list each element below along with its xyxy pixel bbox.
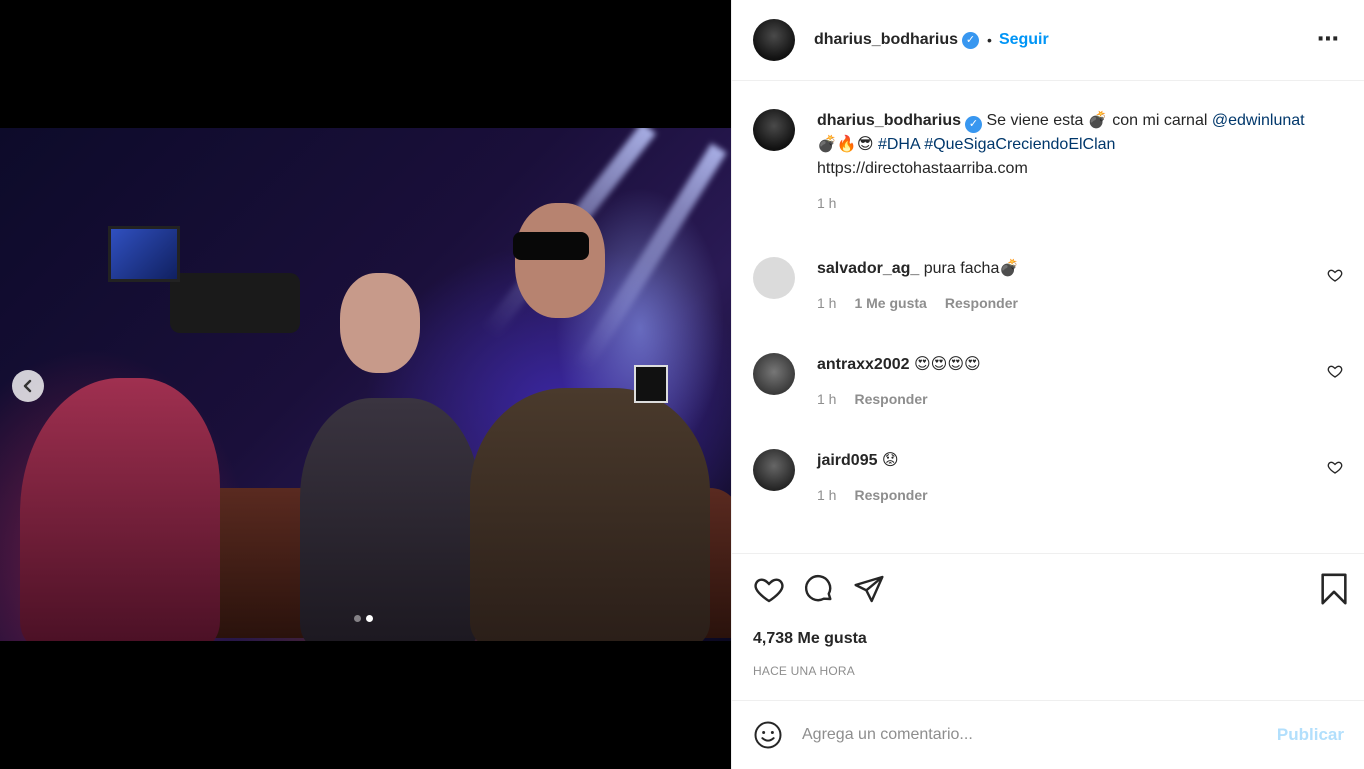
caption-meta: 1 h bbox=[817, 195, 1343, 211]
verified-badge-icon: ✓ bbox=[962, 31, 980, 49]
chevron-left-icon bbox=[23, 379, 32, 393]
comment-text: salvador_ag_ pura facha💣 bbox=[817, 257, 1343, 281]
carousel-prev-button[interactable] bbox=[12, 370, 44, 402]
caption-time[interactable]: 1 h bbox=[817, 195, 836, 211]
comment-meta: 1 h Responder bbox=[817, 391, 1343, 407]
comment-likes[interactable]: 1 Me gusta bbox=[854, 295, 926, 311]
post-media bbox=[0, 0, 731, 769]
comment-meta: 1 h 1 Me gusta Responder bbox=[817, 295, 1343, 311]
comment-like-heart-icon[interactable] bbox=[1327, 363, 1343, 379]
caption-avatar[interactable] bbox=[753, 109, 795, 151]
person-left bbox=[300, 398, 480, 641]
author-username[interactable]: dharius_bodharius bbox=[814, 31, 958, 49]
author-avatar[interactable] bbox=[753, 19, 795, 61]
comments-list[interactable]: dharius_bodharius ✓ Se viene esta 💣 con m… bbox=[732, 81, 1364, 553]
reply-button[interactable]: Responder bbox=[945, 295, 1018, 311]
hashtag-link[interactable]: #DHA bbox=[878, 136, 920, 153]
mention-link[interactable]: @edwinlunat bbox=[1212, 112, 1305, 129]
person-right-head bbox=[515, 203, 605, 318]
comment-content: 😟 bbox=[877, 452, 899, 469]
comment-like-heart-icon[interactable] bbox=[1327, 459, 1343, 475]
caption-url[interactable]: https://directohastaarriba.com bbox=[817, 160, 1028, 177]
save-bookmark-icon[interactable] bbox=[1319, 572, 1349, 606]
action-icons bbox=[732, 554, 1364, 624]
comment-text: jaird095 😟 bbox=[817, 449, 1343, 473]
post-details-panel: dharius_bodharius ✓ • Seguir ⋯ dharius_b… bbox=[731, 0, 1364, 769]
carousel-dot bbox=[354, 615, 361, 622]
post-photo[interactable] bbox=[0, 128, 731, 641]
caption-text: dharius_bodharius ✓ Se viene esta 💣 con m… bbox=[817, 109, 1343, 181]
post-header: dharius_bodharius ✓ • Seguir ⋯ bbox=[732, 0, 1364, 81]
comment-time[interactable]: 1 h bbox=[817, 295, 836, 311]
hashtag-link[interactable]: #QueSigaCreciendoElClan bbox=[924, 136, 1115, 153]
comment-item: jaird095 😟 1 h Responder bbox=[753, 449, 1343, 503]
comment-content: 😍😍😍😍 bbox=[909, 356, 981, 373]
post-timestamp[interactable]: HACE UNA HORA bbox=[753, 664, 855, 678]
commenter-avatar[interactable] bbox=[753, 257, 795, 299]
caption: dharius_bodharius ✓ Se viene esta 💣 con m… bbox=[753, 109, 1343, 211]
comment-meta: 1 h Responder bbox=[817, 487, 1343, 503]
reply-button[interactable]: Responder bbox=[854, 391, 927, 407]
comment-time[interactable]: 1 h bbox=[817, 391, 836, 407]
person-left-head bbox=[340, 273, 420, 373]
caption-text-part: Se viene esta 💣 con mi carnal bbox=[982, 112, 1212, 129]
jacket-patch bbox=[634, 365, 668, 403]
add-comment-bar: Publicar bbox=[732, 700, 1364, 769]
caption-username[interactable]: dharius_bodharius bbox=[817, 112, 961, 129]
commenter-avatar[interactable] bbox=[753, 353, 795, 395]
person-right bbox=[470, 388, 710, 641]
commenter-username[interactable]: salvador_ag_ bbox=[817, 260, 919, 277]
comment-item: salvador_ag_ pura facha💣 1 h 1 Me gusta … bbox=[753, 257, 1343, 311]
verified-badge-icon: ✓ bbox=[965, 116, 983, 133]
comment-bubble-icon[interactable] bbox=[803, 573, 835, 605]
smiley-icon[interactable] bbox=[753, 720, 783, 750]
comment-time[interactable]: 1 h bbox=[817, 487, 836, 503]
like-count[interactable]: 4,738 Me gusta bbox=[753, 630, 867, 648]
sunglasses bbox=[513, 232, 589, 260]
comment-content: pura facha💣 bbox=[919, 260, 1020, 277]
comment-text: antraxx2002 😍😍😍😍 bbox=[817, 353, 1343, 377]
comment-like-heart-icon[interactable] bbox=[1327, 267, 1343, 283]
camera-monitor bbox=[108, 226, 180, 282]
camera bbox=[170, 273, 300, 333]
more-options-icon[interactable]: ⋯ bbox=[1317, 26, 1340, 52]
comment-input[interactable] bbox=[802, 726, 1277, 744]
comment-item: antraxx2002 😍😍😍😍 1 h Responder bbox=[753, 353, 1343, 407]
commenter-username[interactable]: antraxx2002 bbox=[817, 356, 910, 373]
post-actions: 4,738 Me gusta HACE UNA HORA bbox=[732, 553, 1364, 678]
reply-button[interactable]: Responder bbox=[854, 487, 927, 503]
like-heart-icon[interactable] bbox=[753, 573, 785, 605]
commenter-avatar[interactable] bbox=[753, 449, 795, 491]
carousel-indicator bbox=[354, 615, 373, 622]
caption-emojis: 💣🔥😎 bbox=[817, 136, 878, 153]
share-send-icon[interactable] bbox=[853, 573, 885, 605]
camera-operator bbox=[20, 378, 220, 641]
commenter-username[interactable]: jaird095 bbox=[817, 452, 877, 469]
separator: • bbox=[987, 32, 992, 48]
publish-button[interactable]: Publicar bbox=[1277, 725, 1344, 745]
follow-button[interactable]: Seguir bbox=[999, 31, 1049, 49]
carousel-dot-active bbox=[366, 615, 373, 622]
